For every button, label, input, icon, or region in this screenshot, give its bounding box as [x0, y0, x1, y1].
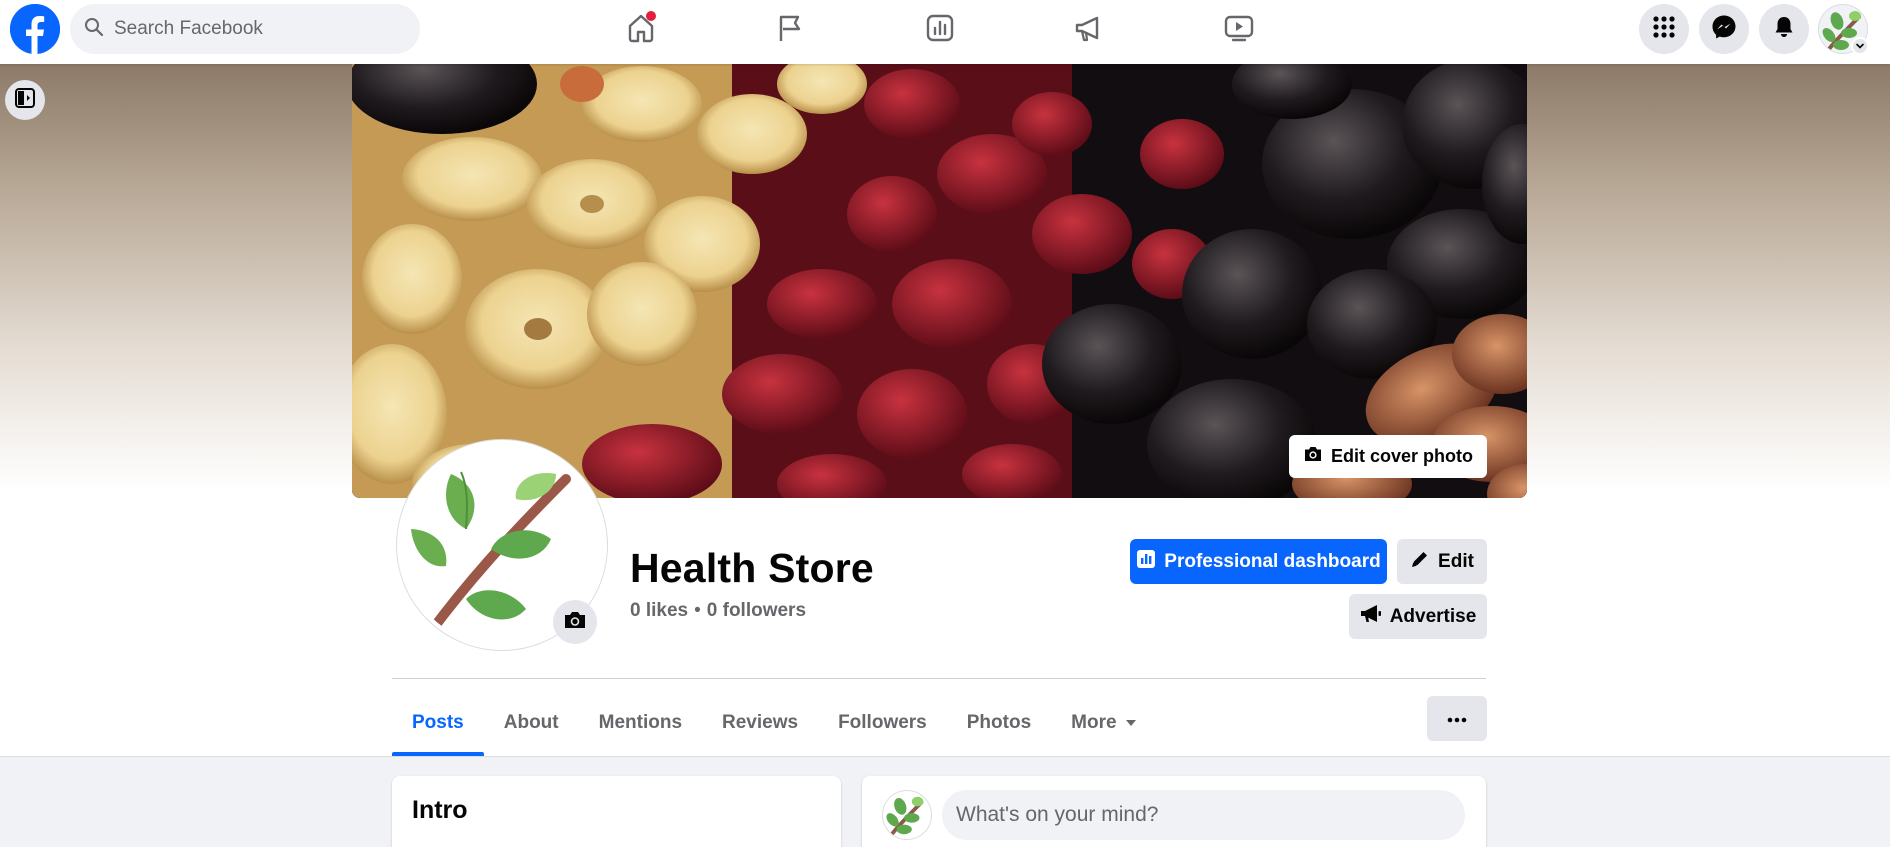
tab-label: Posts	[412, 712, 464, 733]
menu-button[interactable]	[1639, 4, 1689, 54]
intro-title: Intro	[412, 796, 468, 824]
tab-label: About	[503, 712, 559, 733]
advertise-label: Advertise	[1389, 605, 1477, 627]
sidebar-toggle-button[interactable]	[5, 80, 45, 120]
search-icon	[84, 17, 104, 42]
post-composer: What's on your mind?	[862, 776, 1486, 847]
camera-icon	[563, 609, 587, 636]
chevron-down-icon[interactable]	[1851, 37, 1869, 55]
tab-more[interactable]: More	[1051, 690, 1156, 756]
tab-label: Photos	[966, 712, 1032, 733]
tab-label: Reviews	[722, 712, 799, 733]
tab-posts[interactable]: Posts	[392, 690, 484, 756]
search-bar[interactable]	[70, 4, 420, 54]
ellipsis-icon	[1447, 710, 1467, 728]
home-notification-dot	[646, 11, 656, 21]
notifications-button[interactable]	[1759, 4, 1809, 54]
stats-separator: •	[694, 600, 701, 621]
nav-watch[interactable]	[1194, 4, 1284, 56]
caret-down-icon	[1125, 712, 1137, 734]
messenger-button[interactable]	[1699, 4, 1749, 54]
facebook-logo-icon[interactable]	[10, 4, 60, 54]
tab-label: Mentions	[598, 712, 683, 733]
dried-fruit-cover-image	[352, 64, 1527, 498]
pencil-icon	[1410, 549, 1430, 575]
header-divider	[392, 678, 1486, 679]
tab-about[interactable]: About	[484, 690, 579, 756]
sidebar-panel-icon	[14, 87, 36, 114]
video-icon	[1223, 12, 1255, 49]
megaphone-icon	[1073, 12, 1105, 49]
menu-grid-icon	[1652, 15, 1676, 44]
composer-placeholder: What's on your mind?	[956, 803, 1159, 826]
nav-ad-center[interactable]	[1044, 4, 1134, 56]
nav-pages[interactable]	[745, 4, 835, 56]
tab-reviews[interactable]: Reviews	[702, 690, 818, 756]
edit-button[interactable]: Edit	[1397, 539, 1487, 584]
edit-cover-label: Edit cover photo	[1330, 446, 1473, 466]
edit-label: Edit	[1438, 550, 1474, 572]
flag-icon	[774, 12, 806, 49]
messenger-icon	[1711, 14, 1737, 45]
plant-logo-icon	[886, 796, 924, 836]
tab-label: More	[1071, 712, 1117, 733]
tab-label: Followers	[838, 712, 927, 733]
page-title: Health Store	[630, 545, 874, 591]
whats-on-your-mind-input[interactable]: What's on your mind?	[942, 790, 1465, 840]
intro-card: Intro	[392, 776, 841, 847]
tab-photos[interactable]: Photos	[947, 690, 1051, 756]
advertise-button[interactable]: Advertise	[1349, 594, 1487, 639]
dashboard-label: Professional dashboard	[1164, 550, 1381, 572]
update-profile-picture-button[interactable]	[553, 600, 597, 644]
nav-home[interactable]	[596, 4, 686, 56]
nav-insights[interactable]	[895, 4, 985, 56]
top-navigation-bar	[0, 0, 1890, 64]
megaphone-icon	[1360, 604, 1382, 630]
dashboard-chart-icon	[1136, 549, 1156, 575]
composer-avatar[interactable]	[882, 790, 932, 840]
search-input[interactable]	[114, 18, 394, 40]
more-options-button[interactable]	[1427, 696, 1487, 741]
tab-mentions[interactable]: Mentions	[579, 690, 702, 756]
tab-followers[interactable]: Followers	[818, 690, 947, 756]
page-tabs: Posts About Mentions Reviews Followers P…	[392, 690, 1157, 756]
followers-count[interactable]: 0 followers	[707, 600, 806, 622]
cover-photo[interactable]: Edit cover photo	[352, 64, 1527, 498]
bell-icon	[1772, 15, 1796, 44]
camera-icon	[1303, 445, 1323, 468]
page-stats: 0 likes • 0 followers	[630, 600, 806, 622]
insights-icon	[924, 12, 956, 49]
professional-dashboard-button[interactable]: Professional dashboard	[1130, 539, 1387, 584]
edit-cover-photo-button[interactable]: Edit cover photo	[1289, 435, 1487, 478]
header-bottom-border	[0, 756, 1890, 757]
likes-count[interactable]: 0 likes	[630, 600, 688, 622]
